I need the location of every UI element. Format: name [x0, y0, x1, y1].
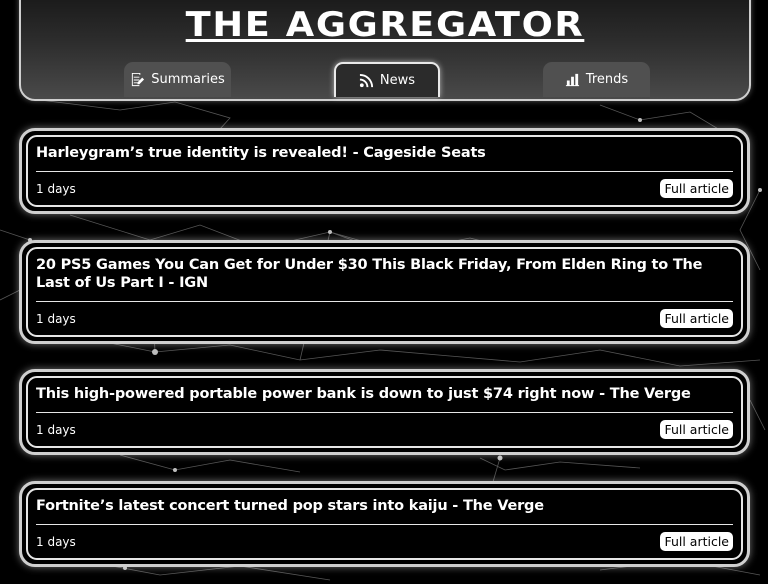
- article-headline[interactable]: This high-powered portable power bank is…: [36, 385, 733, 413]
- tab-news[interactable]: News: [334, 62, 440, 97]
- tab-news-label: News: [379, 73, 416, 88]
- article-age: 1 days: [36, 423, 76, 437]
- tab-trends-label: Trends: [585, 72, 629, 87]
- rss-icon: [359, 73, 373, 88]
- article-headline[interactable]: Fortnite’s latest concert turned pop sta…: [36, 497, 733, 525]
- article-age: 1 days: [36, 535, 76, 549]
- article-card: Fortnite’s latest concert turned pop sta…: [19, 481, 750, 567]
- article-age: 1 days: [36, 312, 76, 326]
- article-age: 1 days: [36, 182, 76, 196]
- article-card: This high-powered portable power bank is…: [19, 369, 750, 455]
- bar-chart-icon: [565, 73, 579, 87]
- article-card: 20 PS5 Games You Can Get for Under $30 T…: [19, 240, 750, 344]
- article-headline[interactable]: Harleygram’s true identity is revealed! …: [36, 144, 733, 172]
- full-article-button[interactable]: Full article: [660, 420, 733, 439]
- summaries-icon: [132, 72, 145, 87]
- article-card: Harleygram’s true identity is revealed! …: [19, 128, 750, 214]
- app-header: THE AGGREGATOR Summaries News Trends: [19, 0, 751, 101]
- article-headline[interactable]: 20 PS5 Games You Can Get for Under $30 T…: [36, 256, 733, 302]
- full-article-button[interactable]: Full article: [660, 532, 733, 551]
- tab-summaries[interactable]: Summaries: [124, 62, 231, 97]
- app-title: THE AGGREGATOR: [185, 5, 585, 45]
- full-article-button[interactable]: Full article: [660, 179, 733, 198]
- tab-trends[interactable]: Trends: [543, 62, 650, 97]
- full-article-button[interactable]: Full article: [660, 309, 733, 328]
- tab-summaries-label: Summaries: [151, 72, 225, 87]
